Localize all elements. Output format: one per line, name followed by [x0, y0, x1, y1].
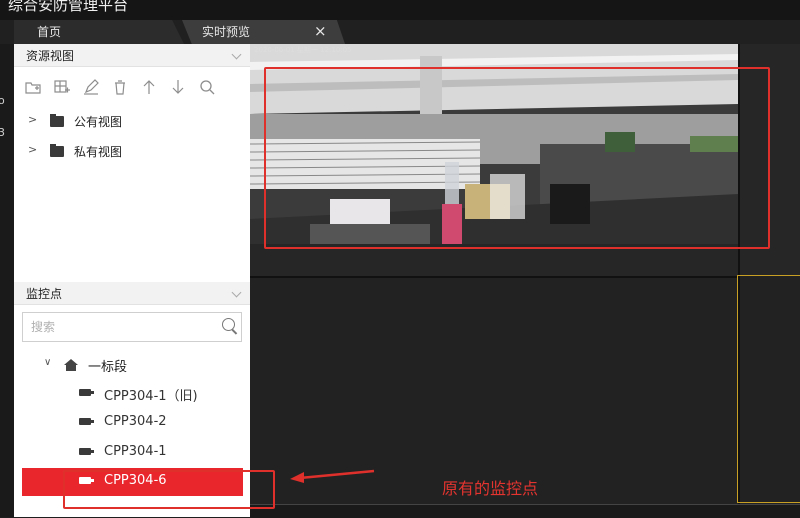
- folder-icon: [50, 144, 64, 157]
- move-down-icon[interactable]: [169, 78, 187, 96]
- annotation-box-camera: [63, 470, 275, 509]
- camera-label: CPP304-1（旧): [104, 389, 198, 404]
- pane-divider: [250, 276, 738, 278]
- tab-close-icon[interactable]: ×: [314, 22, 327, 40]
- app-title: 综合安防管理平台: [8, 0, 129, 14]
- left-edge-mark: o: [0, 94, 5, 107]
- camera-item[interactable]: CPP304-1（旧): [22, 380, 243, 408]
- annotation-label: 原有的监控点: [442, 479, 539, 498]
- camera-icon: [79, 448, 94, 455]
- chevron-right-icon[interactable]: >: [28, 143, 37, 156]
- resource-sidebar: 资源视图 > 公有视图 > 私有视图 监控点 ∨ 一标段 CPP304-1（旧): [14, 44, 250, 517]
- tab-live-preview-label: 实时预览: [202, 25, 251, 39]
- folder-icon: [50, 114, 64, 127]
- resource-view-header[interactable]: 资源视图: [14, 44, 250, 67]
- camera-icon: [79, 418, 94, 425]
- tab-home-label: 首页: [37, 25, 62, 39]
- video-osd-timestamp: 2020-06-01 星期一 12:10:05: [254, 46, 352, 54]
- search-icon[interactable]: [198, 78, 216, 96]
- annotation-arrow-icon: [290, 469, 375, 483]
- tree-group-label: 一标段: [88, 360, 128, 375]
- chevron-down-icon[interactable]: [231, 49, 242, 60]
- camera-label: CPP304-1: [104, 444, 167, 459]
- left-edge-mark: 3: [0, 126, 5, 139]
- camera-item[interactable]: CPP304-1: [22, 439, 243, 467]
- move-up-icon[interactable]: [140, 78, 158, 96]
- add-folder-icon[interactable]: [24, 78, 42, 96]
- camera-label: CPP304-2: [104, 414, 167, 429]
- tree-item-label: 私有视图: [74, 145, 123, 159]
- chevron-down-icon[interactable]: ∨: [44, 357, 51, 368]
- search-input[interactable]: [29, 317, 213, 337]
- search-icon[interactable]: [222, 318, 235, 331]
- tree-item-label: 公有视图: [74, 115, 123, 129]
- video-control-bar: [250, 504, 800, 518]
- edit-icon[interactable]: [82, 78, 100, 96]
- tab-bar: 首页 实时预览 ×: [0, 20, 800, 44]
- annotation-box-video: [264, 67, 770, 249]
- camera-item[interactable]: CPP304-2: [22, 409, 243, 437]
- tab-live-preview[interactable]: 实时预览 ×: [182, 20, 345, 44]
- search-box: [22, 312, 242, 342]
- monitor-points-title: 监控点: [26, 287, 63, 301]
- monitor-points-header[interactable]: 监控点: [14, 282, 250, 305]
- delete-icon[interactable]: [111, 78, 129, 96]
- tab-home[interactable]: 首页: [14, 20, 184, 44]
- add-view-icon[interactable]: [53, 78, 71, 96]
- left-edge-strip: o 3: [0, 44, 14, 517]
- chevron-right-icon[interactable]: >: [28, 113, 37, 126]
- video-pane-selected[interactable]: [737, 275, 800, 503]
- camera-icon: [79, 389, 94, 396]
- chevron-down-icon[interactable]: [231, 287, 242, 298]
- home-icon: [64, 359, 78, 371]
- title-bar: 综合安防管理平台: [0, 0, 800, 20]
- resource-view-title: 资源视图: [26, 49, 75, 63]
